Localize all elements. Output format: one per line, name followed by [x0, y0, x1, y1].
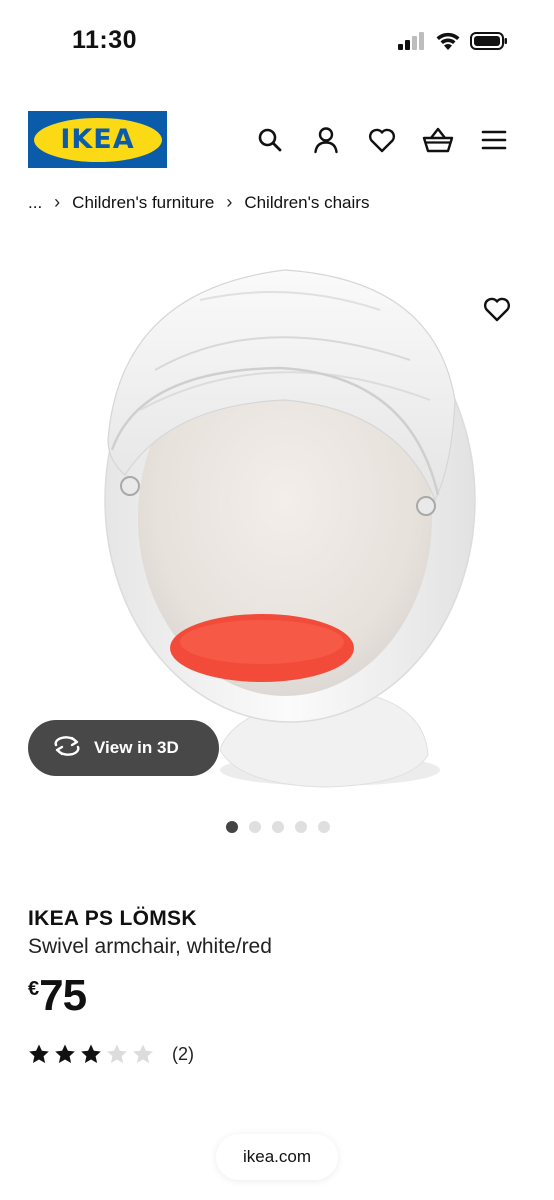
gallery-dot[interactable]	[272, 821, 284, 833]
gallery-dot[interactable]	[318, 821, 330, 833]
logo-oval: IKEA	[33, 117, 162, 162]
signal-icon	[398, 32, 426, 55]
view-in-3d-button[interactable]: View in 3D	[28, 720, 219, 776]
product-rating[interactable]: (2)	[28, 1043, 194, 1065]
gallery-dot[interactable]	[295, 821, 307, 833]
review-count: (2)	[172, 1043, 194, 1064]
chevron-right-icon: ›	[54, 192, 61, 212]
breadcrumb-item-childrens-furniture[interactable]: Children's furniture	[72, 193, 214, 213]
status-icons	[398, 31, 508, 56]
star-filled-icon	[55, 1044, 75, 1063]
battery-icon	[470, 31, 508, 56]
price-currency: €	[28, 978, 40, 1000]
product-name: IKEA PS LÖMSK	[28, 907, 197, 930]
menu-icon[interactable]	[478, 124, 510, 156]
star-empty-icon	[107, 1044, 127, 1063]
rating-stars	[28, 1043, 154, 1065]
logo-text: IKEA	[60, 124, 135, 155]
product-description: Swivel armchair, white/red	[28, 935, 272, 958]
breadcrumb: ... › Children's furniture › Children's …	[28, 192, 369, 213]
status-bar: 11:30	[0, 0, 554, 84]
url-text: ikea.com	[242, 1147, 312, 1166]
chevron-right-icon: ›	[226, 192, 233, 212]
gallery-dot[interactable]	[249, 821, 261, 833]
wifi-icon	[435, 31, 461, 56]
star-empty-icon	[133, 1044, 153, 1063]
star-filled-icon	[29, 1044, 49, 1063]
search-icon[interactable]	[254, 124, 286, 156]
site-header: IKEA	[0, 100, 554, 180]
gallery-dot[interactable]	[226, 821, 238, 833]
browser-url-bar[interactable]: ikea.com	[216, 1134, 338, 1180]
price-value: 75	[39, 971, 87, 1020]
header-actions	[254, 124, 510, 156]
gallery-pagination	[226, 821, 330, 833]
ikea-logo[interactable]: IKEA	[28, 111, 167, 168]
breadcrumb-item-childrens-chairs[interactable]: Children's chairs	[244, 193, 369, 213]
rotate-3d-icon	[52, 735, 82, 762]
basket-icon[interactable]	[422, 124, 454, 156]
view-in-3d-label: View in 3D	[94, 738, 179, 757]
heart-icon[interactable]	[366, 124, 398, 156]
breadcrumb-ellipsis[interactable]: ...	[28, 193, 42, 213]
status-time: 11:30	[72, 26, 138, 54]
product-price: € 75	[28, 971, 87, 1020]
favourite-heart-icon[interactable]	[478, 290, 516, 328]
star-filled-icon	[81, 1044, 101, 1063]
account-icon[interactable]	[310, 124, 342, 156]
